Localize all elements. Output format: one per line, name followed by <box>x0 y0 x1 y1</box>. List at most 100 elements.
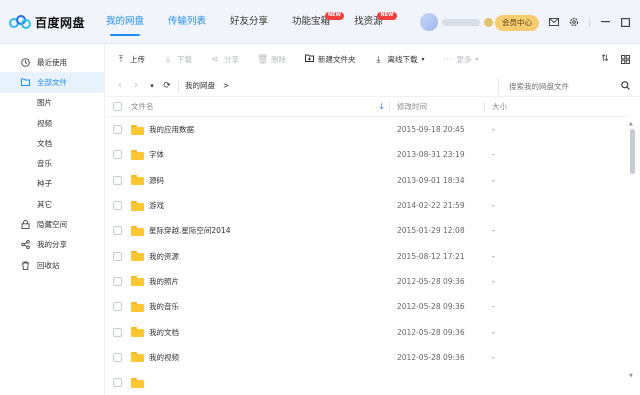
gear-icon[interactable] <box>569 17 579 27</box>
scroll-thumb[interactable] <box>630 129 635 174</box>
file-name[interactable]: 我的视频 <box>149 352 179 363</box>
sidebar-item-all-files[interactable]: 全部文件 <box>0 72 104 93</box>
header-time-column[interactable]: 修改时间 <box>389 101 484 112</box>
more-button[interactable]: ··· 更多 ▾ <box>443 54 478 65</box>
avatar[interactable] <box>420 13 438 31</box>
folder-icon <box>131 225 144 236</box>
maximize-icon[interactable] <box>620 17 630 27</box>
table-row[interactable]: 我的文档 2012-05-28 09:36 - <box>106 319 628 344</box>
sidebar-item-videos[interactable]: 视频 <box>0 113 104 133</box>
file-name[interactable]: 星际穿越.星际空间2014 <box>149 225 230 236</box>
header-size-column[interactable]: 大小 <box>484 101 544 112</box>
folder-icon <box>131 301 144 312</box>
file-name[interactable]: 我的照片 <box>149 276 179 287</box>
file-name[interactable]: 字体 <box>149 149 164 160</box>
folder-icon <box>131 200 144 211</box>
table-row[interactable]: 字体 2013-08-31 23:19 - <box>106 142 628 167</box>
sidebar-item-music[interactable]: 音乐 <box>0 153 104 173</box>
folder-icon <box>131 276 144 287</box>
sidebar-item-label: 音乐 <box>37 159 52 169</box>
sidebar-item-documents[interactable]: 文档 <box>0 133 104 153</box>
sidebar-item-recent[interactable]: 最近使用 <box>0 52 104 72</box>
sidebar-item-recycle-bin[interactable]: 回收站 <box>0 255 104 275</box>
nav-friend-share[interactable]: 好友分享 <box>230 0 268 44</box>
grid-view-icon[interactable] <box>620 54 630 64</box>
row-checkbox[interactable] <box>113 276 122 286</box>
sidebar-item-hidden-space[interactable]: 隐藏空间 <box>0 214 104 234</box>
header-actions <box>549 17 640 27</box>
file-time: 2012-05-28 09:36 <box>397 302 465 312</box>
row-checkbox[interactable] <box>113 352 122 362</box>
table-row[interactable]: 我的视频 2012-05-28 09:36 - <box>106 345 628 370</box>
file-name[interactable]: 我的文档 <box>149 327 179 338</box>
folder-icon <box>20 77 30 87</box>
trash-icon: 🗑 <box>257 54 269 65</box>
sort-down-icon[interactable]: ↓ <box>378 102 385 111</box>
file-name[interactable]: 源码 <box>149 175 164 186</box>
mail-icon[interactable] <box>549 17 559 27</box>
row-checkbox[interactable] <box>113 201 122 211</box>
sort-icon[interactable]: ⇅ <box>600 54 610 64</box>
nav-toolbox[interactable]: 功能宝箱 NEW <box>292 0 345 44</box>
scroll-down-icon[interactable]: ▼ <box>629 373 633 379</box>
table-row[interactable]: 我的音乐 2012-05-28 09:36 - <box>106 294 628 319</box>
sidebar-item-torrents[interactable]: 种子 <box>0 174 104 194</box>
file-name[interactable]: 我的应用数据 <box>149 124 194 135</box>
scroll-up-icon[interactable]: ▲ <box>629 121 633 127</box>
row-checkbox[interactable] <box>113 327 122 337</box>
breadcrumb[interactable]: 我的网盘 <box>185 80 215 91</box>
table-row[interactable] <box>106 370 628 395</box>
search-icon[interactable] <box>621 81 630 93</box>
back-arrow-icon[interactable]: ‹ <box>112 80 128 91</box>
sidebar-item-my-shares[interactable]: 我的分享 <box>0 235 104 255</box>
history-dropdown-icon[interactable]: ▾ <box>144 82 160 90</box>
nav-find-resources[interactable]: 找资源 NEW <box>354 0 397 44</box>
trash-icon <box>20 260 30 270</box>
file-name[interactable]: 我的资源 <box>149 251 179 262</box>
select-all-checkbox[interactable] <box>113 102 122 111</box>
upload-icon: ⤒ <box>119 54 123 65</box>
row-checkbox[interactable] <box>113 150 122 160</box>
row-checkbox[interactable] <box>113 226 122 236</box>
row-checkbox[interactable] <box>113 125 122 135</box>
nav-my-disk[interactable]: 我的网盘 <box>106 0 144 44</box>
file-size: - <box>492 352 495 362</box>
share-button[interactable]: ⋖ 分享 <box>210 54 239 65</box>
delete-button[interactable]: 🗑 删除 <box>257 54 286 65</box>
table-row[interactable]: 游戏 2014-02-22 21:59 - <box>106 193 628 218</box>
new-folder-button[interactable]: 新建文件夹 <box>304 54 356 65</box>
file-size: - <box>492 125 495 135</box>
app-name: 百度网盘 <box>35 15 86 30</box>
breadcrumb-arrow[interactable]: > <box>223 81 229 90</box>
search-input[interactable] <box>509 81 609 91</box>
refresh-icon[interactable]: ⟳ <box>160 81 174 91</box>
download-button[interactable]: ⤓ 下载 <box>163 54 192 65</box>
folder-icon <box>131 377 144 388</box>
table-row[interactable]: 星际穿越.星际空间2014 2015-01-29 12:08 - <box>106 218 628 243</box>
table-row[interactable]: 我的应用数据 2015-09-18 20:45 - <box>106 117 628 142</box>
sidebar-item-other[interactable]: 其它 <box>0 194 104 214</box>
row-checkbox[interactable] <box>113 378 122 388</box>
vip-center-button[interactable]: 会员中心 <box>495 15 539 31</box>
share-icon <box>20 240 30 250</box>
header-name-column[interactable]: 文件名 ↓ <box>106 101 389 112</box>
table-row[interactable]: 源码 2013-09-01 18:34 - <box>106 168 628 193</box>
row-checkbox[interactable] <box>113 302 122 312</box>
table-row[interactable]: 我的照片 2012-05-28 09:36 - <box>106 269 628 294</box>
file-name[interactable]: 我的音乐 <box>149 301 179 312</box>
forward-arrow-icon[interactable]: › <box>128 80 144 91</box>
file-name[interactable]: 游戏 <box>149 200 164 211</box>
minimize-icon[interactable] <box>600 17 610 27</box>
row-checkbox[interactable] <box>113 251 122 261</box>
table-row[interactable]: 我的资源 2015-08-12 17:21 - <box>106 243 628 268</box>
sidebar-item-label: 种子 <box>37 179 52 189</box>
sidebar-item-label: 视频 <box>37 118 52 128</box>
upload-button[interactable]: ⤒ 上传 <box>116 54 145 65</box>
row-checkbox[interactable] <box>113 175 122 185</box>
offline-download-button[interactable]: ⤓ 离线下载 ▾ <box>374 54 425 65</box>
sidebar-item-label: 我的分享 <box>37 240 67 250</box>
user-profile[interactable] <box>420 11 493 33</box>
sidebar-item-images[interactable]: 图片 <box>0 93 104 113</box>
vertical-scrollbar[interactable]: ▲ ▼ <box>629 117 635 379</box>
nav-transfer-list[interactable]: 传输列表 <box>168 0 206 44</box>
